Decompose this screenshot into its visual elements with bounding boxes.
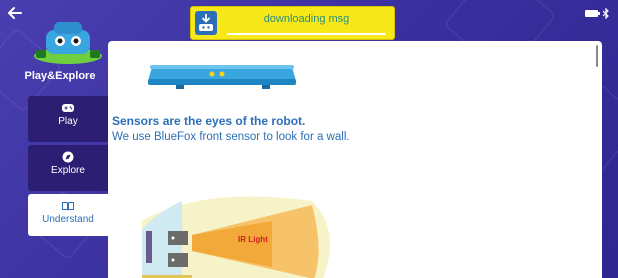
sidebar-item-understand[interactable]: Understand xyxy=(28,194,108,236)
sidebar-item-label: Play xyxy=(58,116,78,127)
download-progress-bar xyxy=(227,33,386,35)
content-heading: Sensors are the eyes of the robot. xyxy=(112,114,306,128)
status-bar xyxy=(585,8,610,19)
back-button[interactable] xyxy=(4,4,26,26)
ir-sensor-diagram xyxy=(142,196,330,278)
bluetooth-icon xyxy=(602,8,609,19)
content-panel[interactable]: Sensors are the eyes of the robot. We us… xyxy=(108,41,602,278)
robot-logo xyxy=(34,22,102,64)
sidebar-item-explore[interactable]: Explore xyxy=(28,145,108,191)
sidebar-title: Play&Explore xyxy=(24,70,96,82)
gamepad-icon xyxy=(62,104,74,112)
content-text: We use BlueFox front sensor to look for … xyxy=(112,131,350,143)
sidebar-item-label: Explore xyxy=(51,165,85,176)
sidebar-item-play[interactable]: Play xyxy=(28,96,108,142)
compass-icon xyxy=(62,151,74,163)
download-banner: downloading msg xyxy=(190,6,395,40)
book-icon xyxy=(62,202,74,211)
bluefox-sensor-image xyxy=(148,65,296,89)
download-message: downloading msg xyxy=(263,13,350,25)
arrow-left-icon xyxy=(8,7,22,19)
sidebar-item-label: Understand xyxy=(42,214,94,225)
robot-download-icon xyxy=(195,11,217,35)
ir-light-label: IR Light xyxy=(238,235,268,244)
battery-icon xyxy=(585,10,600,17)
scrollbar[interactable] xyxy=(596,45,598,67)
